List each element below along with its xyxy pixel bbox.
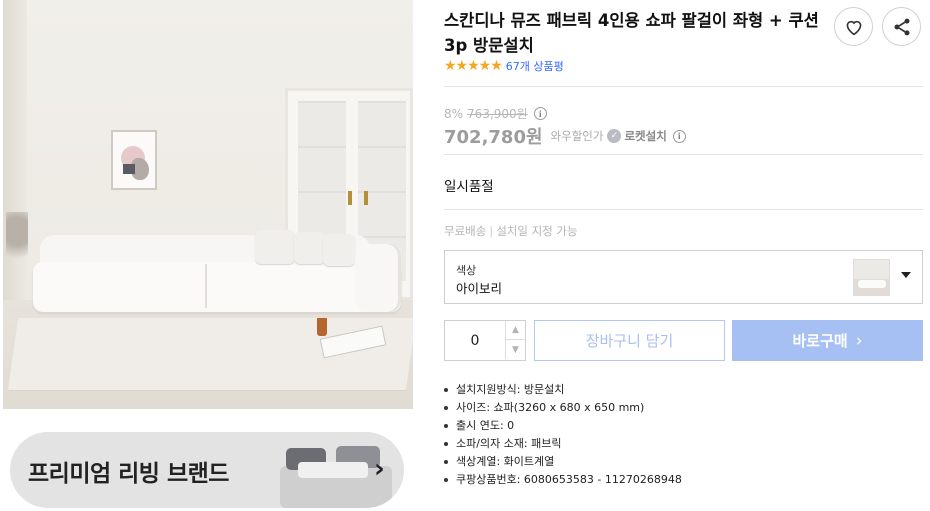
free-shipping-label: 무료배송 (444, 224, 487, 238)
chevron-right-icon: › (855, 330, 863, 351)
image-rug (7, 318, 413, 390)
image-wall-frame (111, 130, 157, 190)
discount-rate: 8% (444, 106, 464, 121)
rocket-install-badge: ✓ 로켓설치 (607, 128, 667, 144)
spec-list: 설치지원방식: 방문설치 사이즈: 쇼파(3260 x 680 x 650 mm… (444, 381, 682, 489)
caret-down-icon (901, 272, 911, 278)
info-icon[interactable]: i (672, 129, 686, 143)
divider (444, 154, 923, 155)
spec-text: 설치지원방식: 방문설치 (456, 383, 565, 396)
spec-item: 사이즈: 쇼파(3260 x 680 x 650 mm) (444, 399, 682, 417)
image-sofa-arm (355, 244, 401, 312)
image-sofa-seat (33, 262, 401, 312)
install-date-note: 설치일 지정 가능 (496, 224, 578, 238)
original-price-row: 8% 763,900원 i (444, 105, 547, 122)
spec-text: 소파/의자 소재: 패브릭 (456, 437, 562, 450)
share-button[interactable] (882, 7, 921, 46)
shipping-separator: | (489, 224, 494, 238)
quantity-stepper: 0 ▲ ▼ (444, 320, 526, 361)
product-image[interactable] (3, 0, 413, 409)
sale-price-row: 702,780원 와우할인가 ✓ 로켓설치 i (444, 123, 686, 149)
shipping-info: 무료배송 | 설치일 지정 가능 (444, 223, 578, 239)
spec-text: 색상계열: 화이트계열 (456, 455, 555, 468)
quantity-increase-icon[interactable]: ▲ (505, 321, 525, 340)
wishlist-button[interactable] (834, 7, 873, 46)
premium-living-banner[interactable]: 프리미엄 리빙 브랜드 › (10, 432, 404, 508)
rating: ★★★★★ 67개 상품평 (444, 58, 564, 74)
quantity-decrease-icon[interactable]: ▼ (505, 340, 525, 359)
share-icon (894, 18, 909, 35)
product-page: 프리미엄 리빙 브랜드 › 스칸디나 뮤즈 패브릭 4인용 쇼파 팔걸이 좌형 … (0, 0, 930, 511)
buy-now-label: 바로구매 (792, 332, 848, 350)
spec-item: 출시 연도: 0 (444, 417, 682, 435)
quantity-input[interactable]: 0 (445, 321, 505, 360)
image-cushion (294, 232, 326, 264)
heart-icon (846, 20, 861, 35)
spec-item: 설치지원방식: 방문설치 (444, 381, 682, 399)
color-option-select[interactable]: 색상 아이보리 (444, 250, 923, 304)
rocket-icon: ✓ (607, 129, 622, 143)
divider (444, 209, 923, 210)
spec-item: 소파/의자 소재: 패브릭 (444, 435, 682, 453)
original-price: 763,900원 (467, 107, 528, 121)
spec-item: 쿠팡상품번호: 6080653583 - 11270268948 (444, 471, 682, 489)
wow-discount-label: 와우할인가 (550, 129, 604, 143)
review-count-link[interactable]: 67개 상품평 (506, 58, 564, 74)
rocket-install-label: 로켓설치 (624, 129, 667, 143)
buy-now-button[interactable]: 바로구매 › (732, 320, 923, 361)
option-label: 색상 (456, 264, 477, 277)
info-icon[interactable]: i (533, 107, 547, 120)
spec-item: 색상계열: 화이트계열 (444, 453, 682, 471)
image-plant (6, 212, 28, 276)
image-cushion (323, 234, 355, 266)
option-thumbnail (853, 259, 890, 296)
spec-text: 쿠팡상품번호: 6080653583 - 11270268948 (456, 473, 682, 486)
star-rating-icon: ★★★★★ (444, 58, 503, 74)
option-value: 아이보리 (456, 281, 503, 296)
spec-text: 사이즈: 쇼파(3260 x 680 x 650 mm) (456, 401, 645, 414)
add-to-cart-button[interactable]: 장바구니 담기 (534, 320, 725, 361)
divider (444, 86, 923, 87)
image-cushion (255, 230, 295, 264)
stock-status: 일시품절 (444, 179, 494, 195)
chevron-right-icon: › (374, 454, 385, 484)
product-title: 스칸디나 뮤즈 패브릭 4인용 쇼파 팔걸이 좌형 + 쿠션 3p 방문설치 (444, 11, 819, 55)
image-glass (317, 318, 327, 336)
banner-text: 프리미엄 리빙 브랜드 (28, 461, 229, 487)
spec-text: 출시 연도: 0 (456, 419, 515, 432)
sale-price: 702,780원 (444, 127, 543, 148)
product-info: 스칸디나 뮤즈 패브릭 4인용 쇼파 팔걸이 좌형 + 쿠션 3p 방문설치 ★… (444, 0, 926, 511)
